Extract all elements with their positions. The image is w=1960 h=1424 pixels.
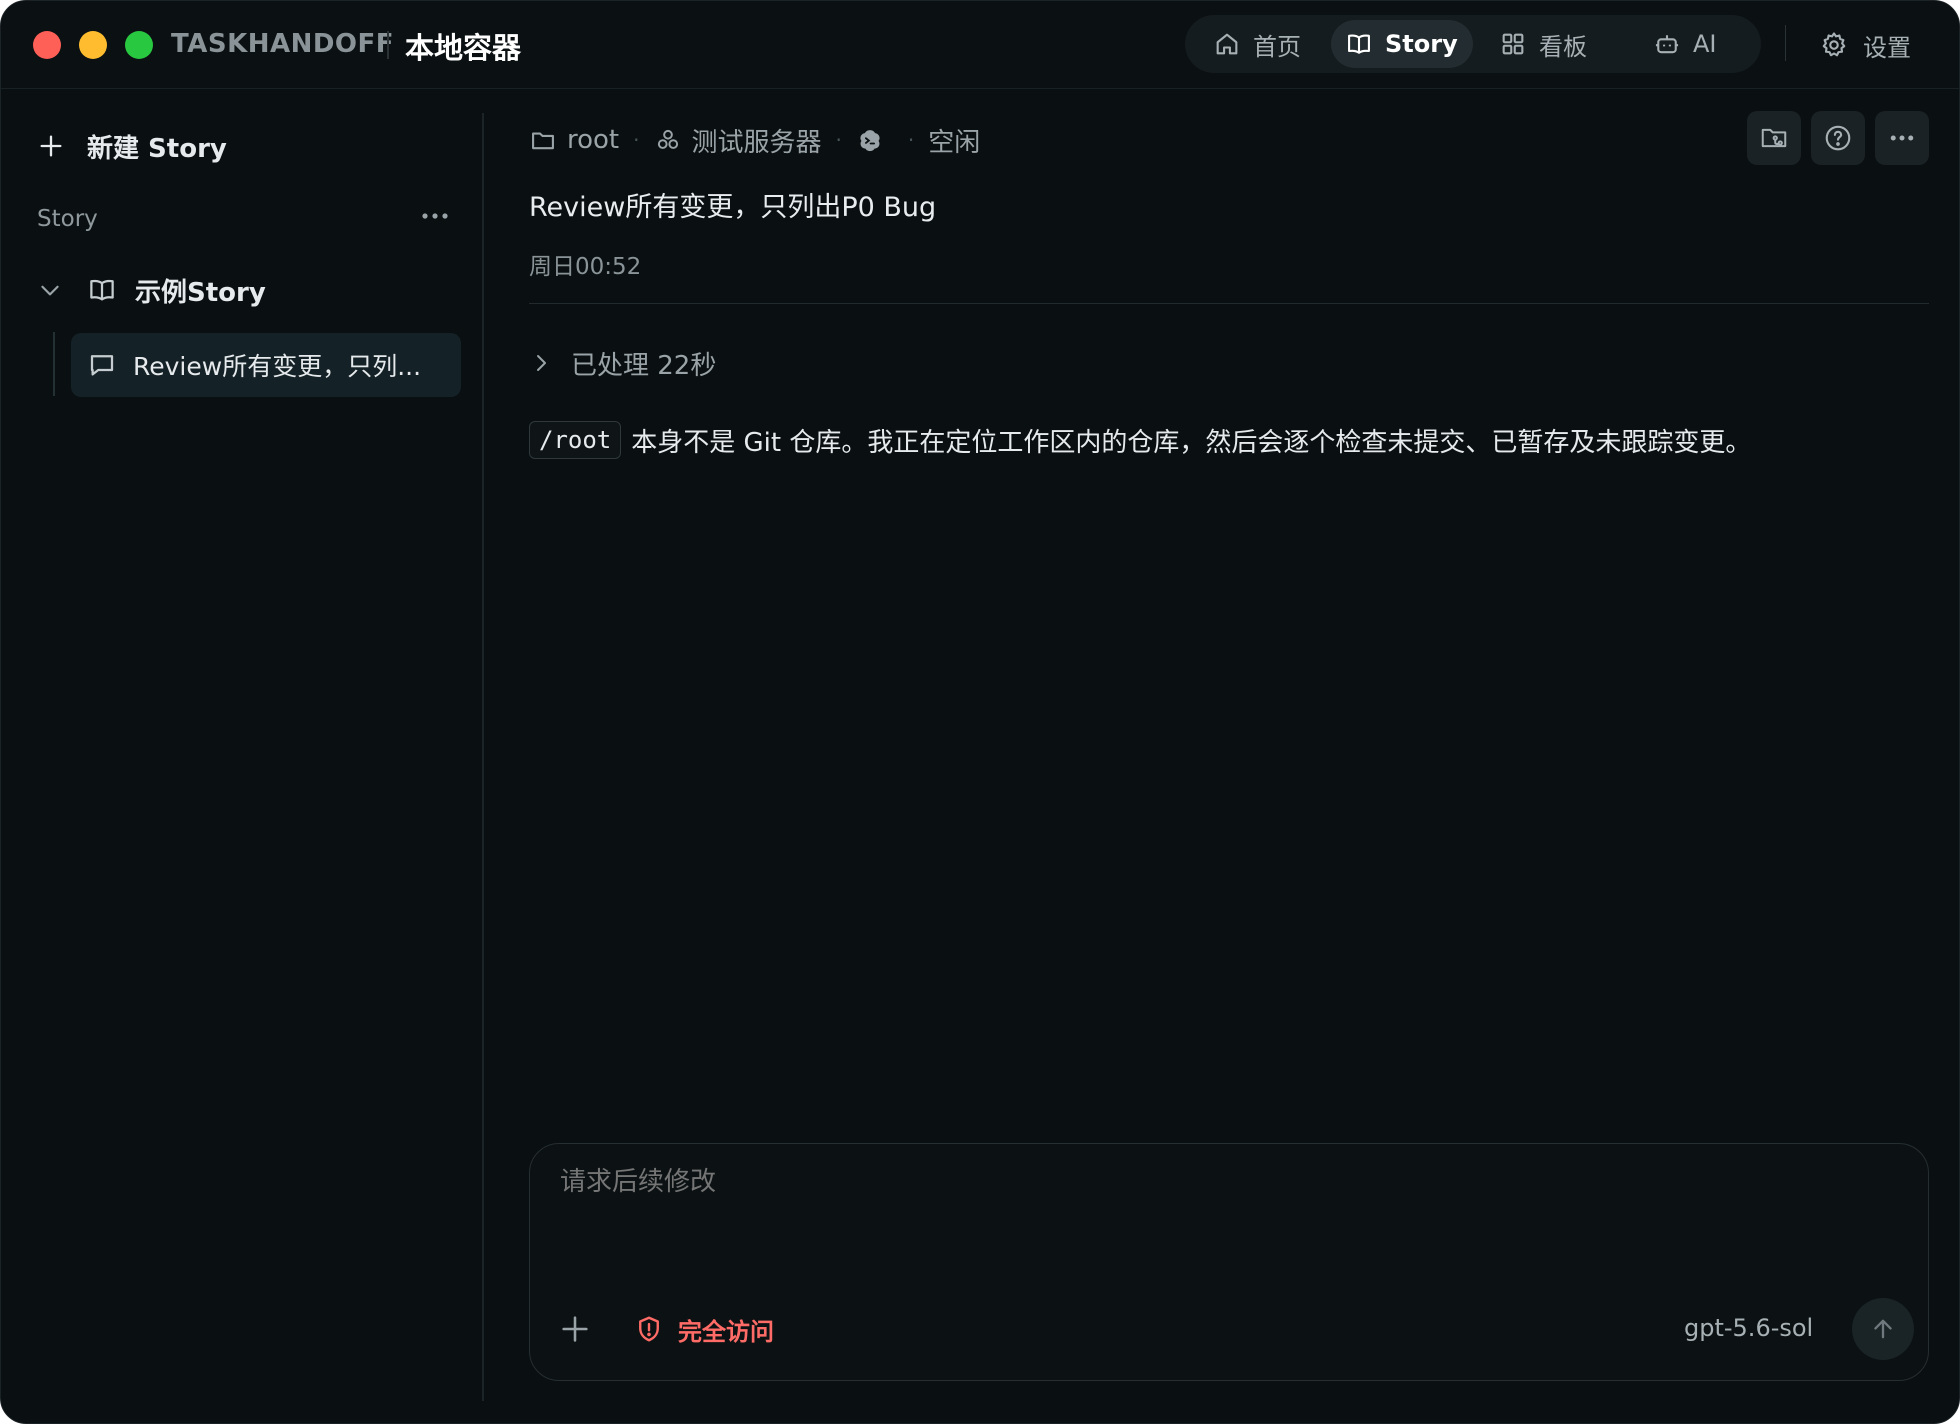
header-divider (529, 303, 1929, 304)
robot-icon (1655, 35, 1679, 54)
section-more-button[interactable] (419, 202, 451, 230)
more-horizontal-icon (422, 213, 448, 219)
cluster-icon (657, 129, 678, 149)
more-horizontal-icon (1890, 135, 1914, 141)
breadcrumb-folder[interactable]: root (529, 125, 619, 155)
composer: 完全访问 gpt-5.6-sol (529, 1143, 1929, 1381)
plus-icon (40, 135, 62, 157)
help-circle-icon (1825, 125, 1851, 151)
titlebar-separator (1785, 25, 1786, 61)
app-window: TASKHANDOFF 本地容器 首页 Story 看板 AI 设置 新建 St… (0, 0, 1960, 1424)
processed-toggle[interactable]: 已处理 22秒 (529, 345, 716, 381)
main-nav: 首页 Story 看板 AI (1185, 15, 1761, 73)
new-story-label: 新建 Story (87, 133, 227, 164)
breadcrumb-folder-label: root (567, 125, 620, 155)
story-name: 示例Story (135, 277, 266, 308)
book-icon (1348, 34, 1370, 54)
assistant-message: /root 本身不是 Git 仓库。我正在定位工作区内的仓库，然后会逐个检查未提… (529, 419, 1751, 461)
nav-ai-label: AI (1693, 30, 1717, 58)
processed-label: 已处理 22秒 (571, 350, 717, 381)
title-separator (387, 31, 389, 59)
breadcrumb-separator: · (907, 128, 915, 152)
agent-logo-icon (860, 130, 880, 152)
nav-story-label: Story (1385, 30, 1458, 58)
folder-git-icon (1761, 128, 1787, 148)
session-item-label: Review所有变更，只列... (133, 352, 422, 381)
send-button[interactable] (1852, 1298, 1914, 1360)
nav-home[interactable]: 首页 (1213, 20, 1323, 68)
folder-icon (532, 132, 554, 150)
open-folder-button[interactable] (1747, 111, 1801, 165)
settings-label: 设置 (1863, 33, 1911, 62)
message-text: 本身不是 Git 仓库。我正在定位工作区内的仓库，然后会逐个检查未提交、已暂存及… (631, 427, 1752, 458)
zoom-window-button[interactable] (125, 31, 153, 59)
nav-home-label: 首页 (1253, 32, 1301, 61)
breadcrumb-server-label: 测试服务器 (691, 127, 822, 158)
nav-board[interactable]: 看板 (1499, 20, 1609, 68)
home-icon (1216, 33, 1238, 55)
attach-plus-icon[interactable] (558, 1312, 592, 1346)
new-story-button[interactable]: 新建 Story (37, 126, 227, 166)
book-icon (90, 279, 114, 301)
session-item[interactable]: Review所有变更，只列... (71, 333, 461, 397)
breadcrumb: root · 测试服务器 · · 空闲 (529, 121, 980, 159)
model-selector[interactable]: gpt-5.6-sol (1684, 1314, 1813, 1342)
nav-ai[interactable]: AI (1653, 20, 1743, 68)
chevron-right-icon (537, 355, 546, 371)
minimize-window-button[interactable] (79, 31, 107, 59)
title-bar: TASKHANDOFF 本地容器 首页 Story 看板 AI 设置 (1, 1, 1959, 89)
breadcrumb-separator: · (633, 128, 640, 152)
thread-title: Review所有变更，只列出P0 Bug (529, 192, 937, 223)
story-tree-item[interactable]: 示例Story (37, 270, 266, 310)
breadcrumb-server[interactable]: 测试服务器 (654, 122, 822, 159)
thread-timestamp: 周日00:52 (529, 254, 642, 280)
followup-input[interactable] (560, 1166, 1860, 1197)
shield-alert-icon (639, 1316, 659, 1342)
app-name: TASKHANDOFF (171, 29, 395, 59)
sidebar: 新建 Story Story 示例Story Review所有变更，只列... (1, 90, 483, 1402)
access-mode-label: 完全访问 (678, 1317, 774, 1346)
chat-bubble-icon (90, 355, 114, 376)
gear-icon (1822, 32, 1846, 57)
section-label: Story (37, 206, 98, 232)
arrow-up-icon (1874, 1319, 1892, 1339)
breadcrumb-separator: · (835, 128, 842, 152)
nav-board-label: 看板 (1539, 32, 1587, 61)
inline-code: /root (529, 421, 622, 459)
context-title: 本地容器 (405, 31, 522, 65)
sidebar-divider (482, 113, 484, 1401)
help-button[interactable] (1811, 111, 1865, 165)
settings-button[interactable]: 设置 (1819, 27, 1911, 63)
nav-story[interactable]: Story (1331, 20, 1473, 68)
close-window-button[interactable] (33, 31, 61, 59)
access-mode-button[interactable]: 完全访问 (634, 1310, 774, 1348)
chevron-down-icon[interactable] (37, 277, 63, 303)
agent-status: 空闲 (928, 127, 981, 158)
tree-guide-line (53, 332, 55, 396)
grid-icon (1502, 33, 1524, 55)
more-options-button[interactable] (1875, 111, 1929, 165)
agent-avatar (856, 126, 894, 154)
